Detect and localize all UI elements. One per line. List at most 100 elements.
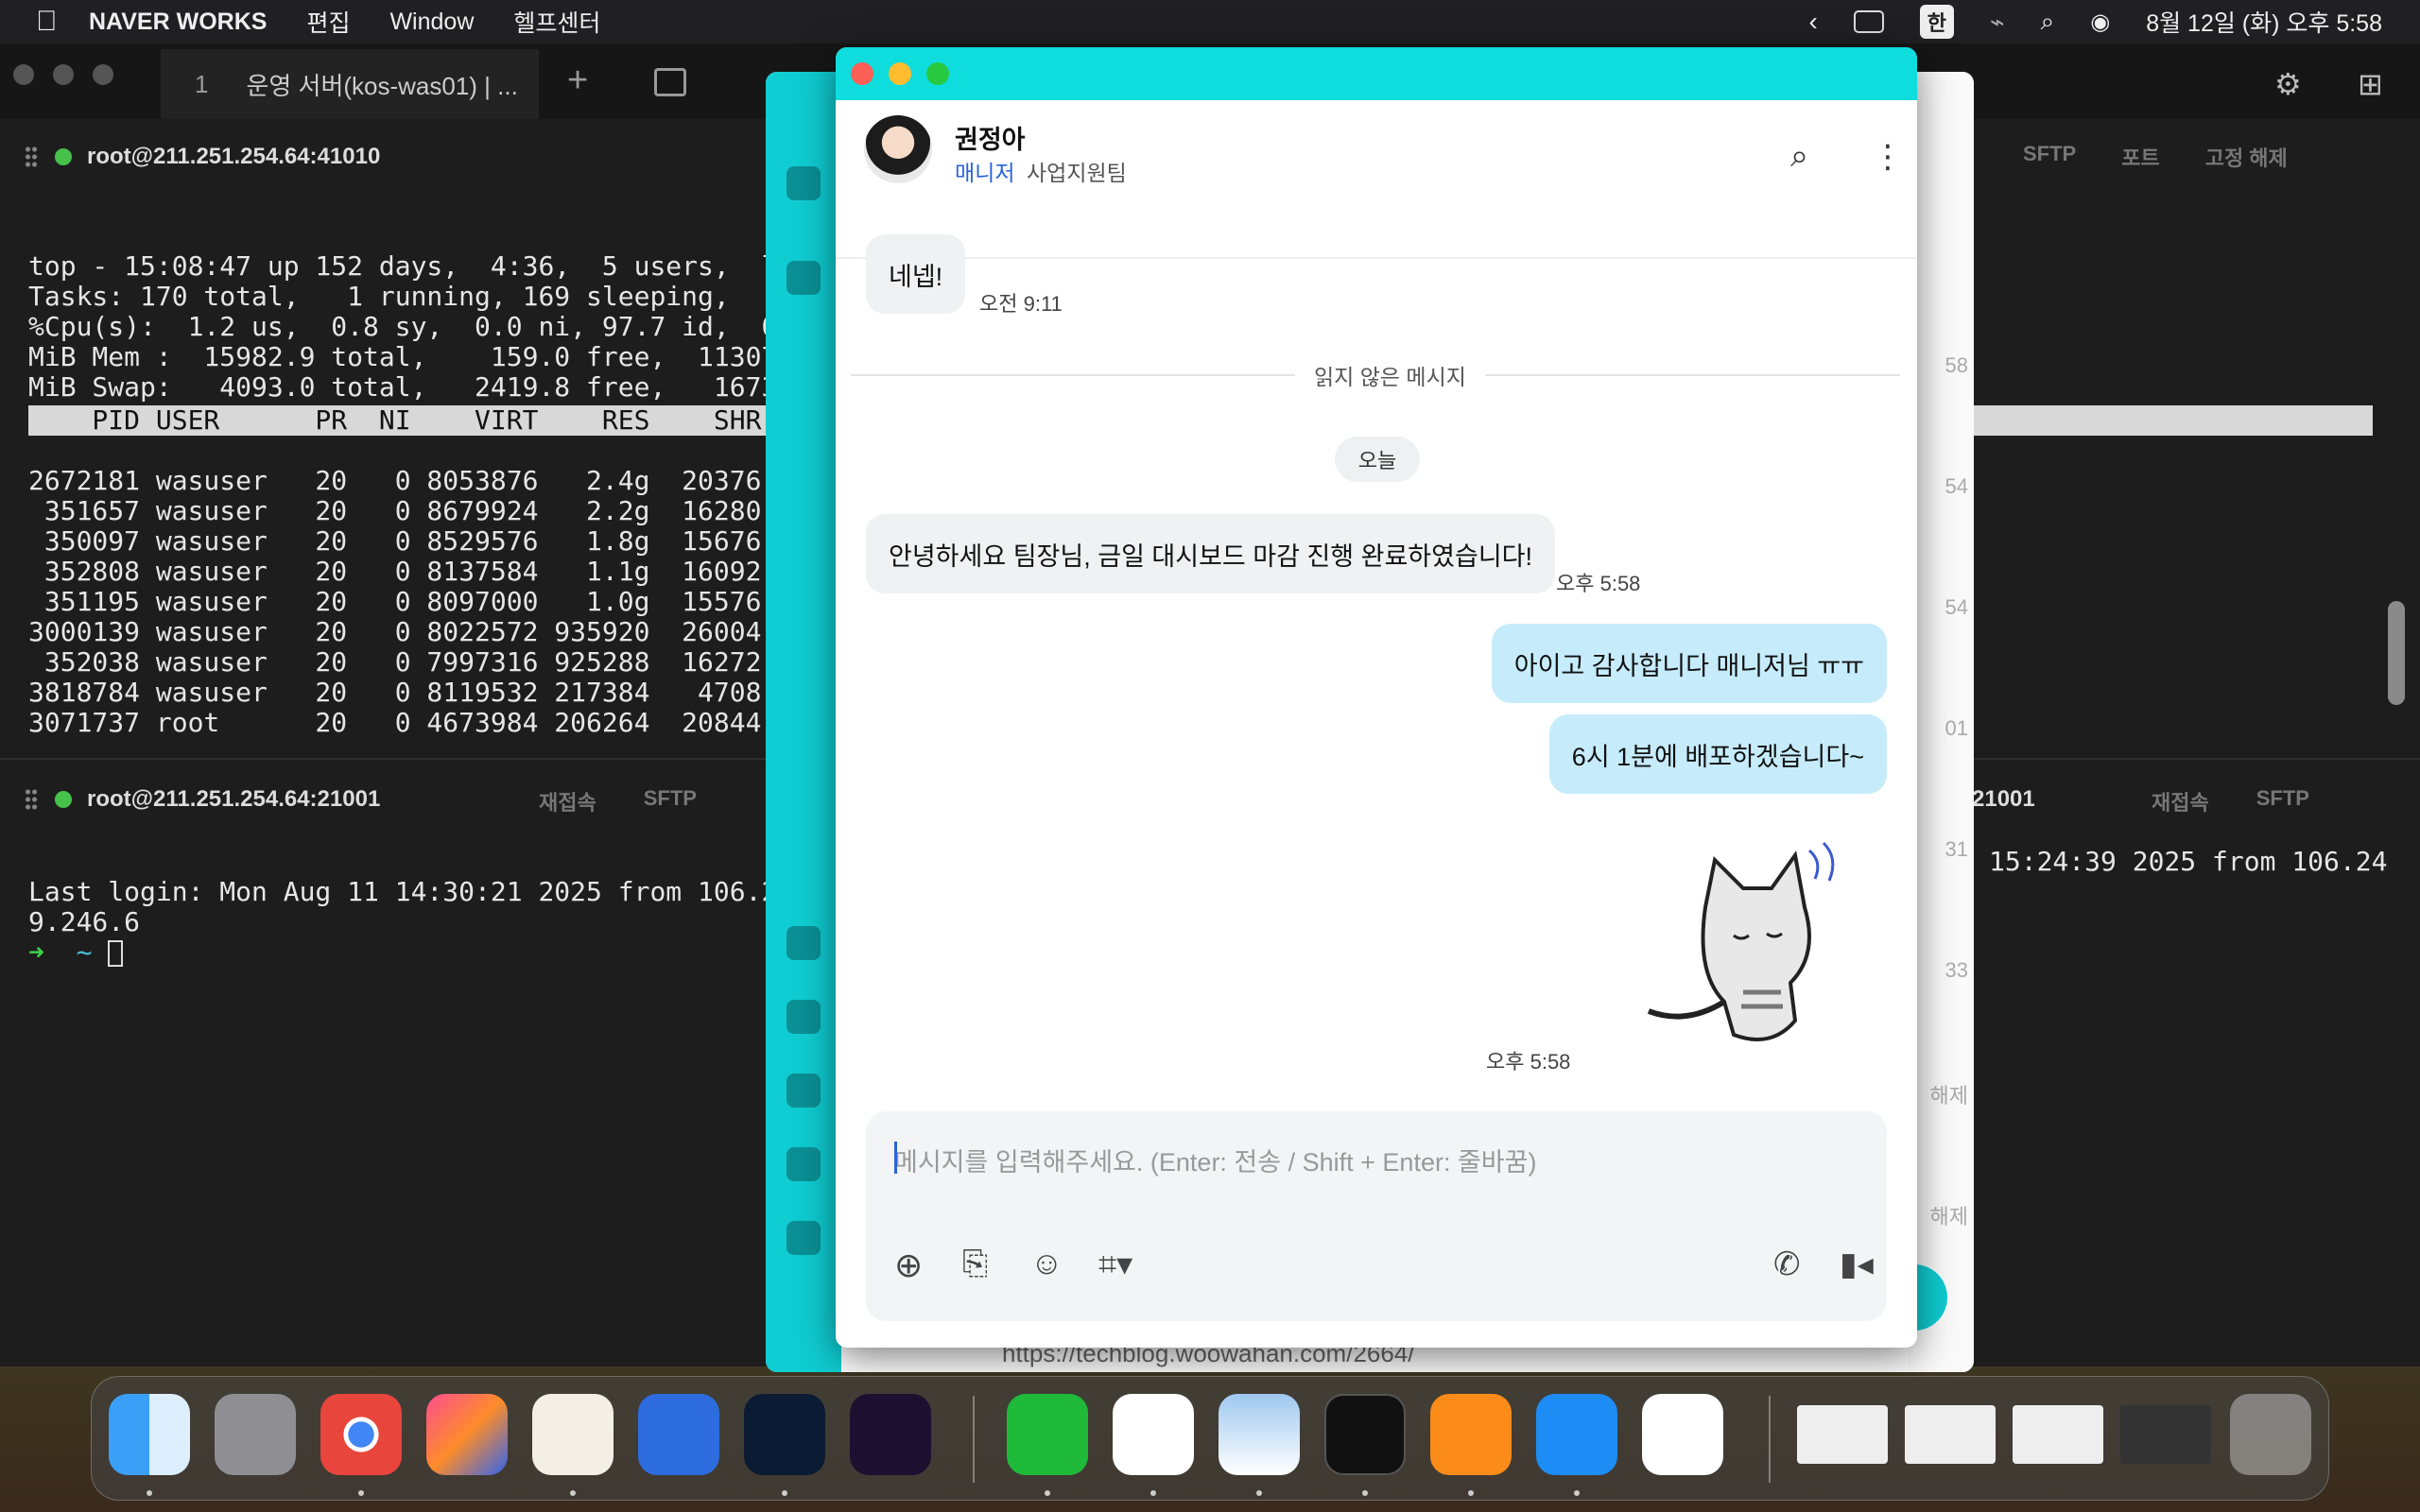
crop-icon[interactable]: ⌗▾ [1098,1246,1132,1283]
calendar-icon[interactable] [786,1074,821,1108]
board-icon[interactable] [786,1000,821,1034]
more-icon[interactable]: ⋮ [1872,138,1904,176]
pages-icon[interactable] [1430,1394,1512,1475]
minimize-button[interactable] [53,64,74,85]
top-line: MiB Swap: 4093.0 total, 2419.8 free, 167… [28,371,810,403]
gear-icon[interactable]: ⚙ [2274,66,2307,102]
input-source-indicator[interactable]: 한 [1919,5,1955,39]
avatar[interactable] [864,115,932,183]
pane3-output: 15:24:39 2025 from 106.24 [1989,846,2388,877]
contact-name: 권정아 [955,126,1026,154]
running-indicator [147,1490,152,1496]
plus-icon[interactable]: ⊕ [894,1246,923,1285]
obsidian-icon[interactable] [850,1394,931,1475]
list-time: 54 [1945,595,1968,619]
contacts-icon[interactable] [786,166,821,200]
list-time: 해제 [1929,1205,1968,1228]
minimized-window[interactable] [1905,1405,1996,1464]
notes-list-icon[interactable] [638,1394,719,1475]
table-row: 351657 wasuser 20 0 8679924 2.2g 16280 S [28,495,794,526]
zoom-button[interactable] [926,62,949,85]
naver-works-icon[interactable] [1113,1394,1194,1475]
top-line: MiB Mem : 15982.9 total, 159.0 free, 113… [28,341,810,372]
text-caret [894,1142,897,1174]
menu-edit[interactable]: 편집 [306,5,350,39]
sftp-button[interactable]: SFTP [644,786,697,816]
port-button[interactable]: 포트 [2121,142,2159,172]
new-tab-button[interactable]: + [567,60,588,101]
intellij-icon[interactable] [426,1394,508,1475]
window-icon[interactable] [654,68,686,96]
emoji-icon[interactable]: ☺ [1030,1246,1063,1282]
message-icon[interactable] [786,261,821,295]
terminal-tab[interactable]: 1 운영 서버(kos-was01) | ... [161,49,539,119]
termius-icon[interactable] [744,1394,825,1475]
gift-icon[interactable]: ⊞ [2358,66,2390,102]
zoom-button[interactable] [93,64,113,85]
menu-window[interactable]: Window [389,9,474,36]
message-bubble[interactable]: 네넵! [866,234,966,314]
list-time: 58 [1945,353,1968,377]
naver-app-icon[interactable] [1642,1394,1723,1475]
message-bubble[interactable]: 안녕하세요 팀장님, 금일 대시보드 마감 진행 완료하였습니다! [866,514,1556,593]
finder-icon[interactable] [109,1394,190,1475]
pane-host: root@211.251.254.64:41010 [87,144,381,169]
list-time: 31 [1945,837,1968,861]
phone-icon[interactable]: ✆ [1773,1246,1801,1283]
close-button[interactable] [851,62,873,85]
minimized-window[interactable] [2013,1405,2103,1464]
top-line: top - 15:08:47 up 152 days, 4:36, 5 user… [28,250,810,282]
trash-icon[interactable] [2230,1394,2311,1475]
sftp-button[interactable]: SFTP [2256,786,2309,816]
search-icon[interactable]: ⌕ [1790,138,1808,175]
control-center-icon[interactable]: ◉ [2090,9,2110,36]
running-indicator [570,1490,576,1496]
unpin-button[interactable]: 고정 해제 [2205,142,2288,172]
close-button[interactable] [13,64,34,85]
chat-window: 권정아 매니저 사업지원팀 ⌕ ⋮ 네넵! 오전 9:11 읽지 않은 메시지 … [836,47,1917,1348]
sftp-button[interactable]: SFTP [2023,142,2076,172]
pane-header: root@211.251.254.64:21001 [25,781,380,818]
minimized-window[interactable] [1797,1405,1888,1464]
reconnect-button[interactable]: 재접속 [539,786,596,816]
date-badge: 오늘 [1335,437,1420,482]
mail-icon[interactable] [786,926,821,960]
input-placeholder: 메시지를 입력해주세요. (Enter: 전송 / Shift + Enter:… [894,1148,1537,1177]
cat-sticker[interactable] [1630,832,1866,1058]
minimized-window[interactable] [2120,1405,2211,1464]
list-time: 01 [1945,716,1968,740]
keynote-icon[interactable] [1536,1394,1617,1475]
scrollbar[interactable] [2388,601,2405,705]
message-bubble[interactable]: 6시 1분에 배포하겠습니다~ [1548,714,1887,794]
launchpad-icon[interactable] [215,1394,296,1475]
task-icon[interactable] [786,1147,821,1181]
wifi-off-icon[interactable]: ⌁ [1990,8,2005,37]
keyboard-icon[interactable] [1853,10,1884,33]
contact-team: 사업지원팀 [1027,161,1127,185]
minimize-button[interactable] [889,62,911,85]
message-bubble[interactable]: 아이고 감사합니다 매니저님 ㅠㅠ [1491,624,1887,703]
clock[interactable]: 8월 12일 (화) 오후 5:58 [2146,5,2382,39]
menu-help[interactable]: 헬프센터 [513,5,600,39]
terminal-icon[interactable] [1324,1394,1406,1475]
chat-titlebar [836,47,1917,100]
note-icon[interactable] [786,1221,821,1255]
app-menu[interactable]: NAVER WORKS [89,9,267,36]
dbeaver-icon[interactable] [532,1394,614,1475]
running-indicator [1045,1490,1050,1496]
message-time: 오후 5:58 [1556,572,1641,595]
preview-icon[interactable] [1219,1394,1300,1475]
chrome-icon[interactable] [320,1394,402,1475]
apple-icon[interactable]:  [36,7,64,37]
reconnect-button[interactable]: 재접속 [2152,786,2209,816]
video-icon[interactable]: ▮◂ [1840,1246,1874,1283]
attach-icon[interactable]: ⎘ [962,1246,988,1282]
drag-handle-icon[interactable] [25,146,38,168]
numbers-icon[interactable] [1007,1394,1088,1475]
contact-role: 매니저 [955,161,1015,185]
chevron-left-icon[interactable]: ‹ [1808,7,1817,37]
process-table: 2672181 wasuser 20 0 8053876 2.4g 20376 … [28,436,793,738]
message-input[interactable]: 메시지를 입력해주세요. (Enter: 전송 / Shift + Enter:… [866,1111,1887,1321]
drag-handle-icon[interactable] [25,788,38,811]
search-icon[interactable]: ⌕ [2041,7,2055,37]
